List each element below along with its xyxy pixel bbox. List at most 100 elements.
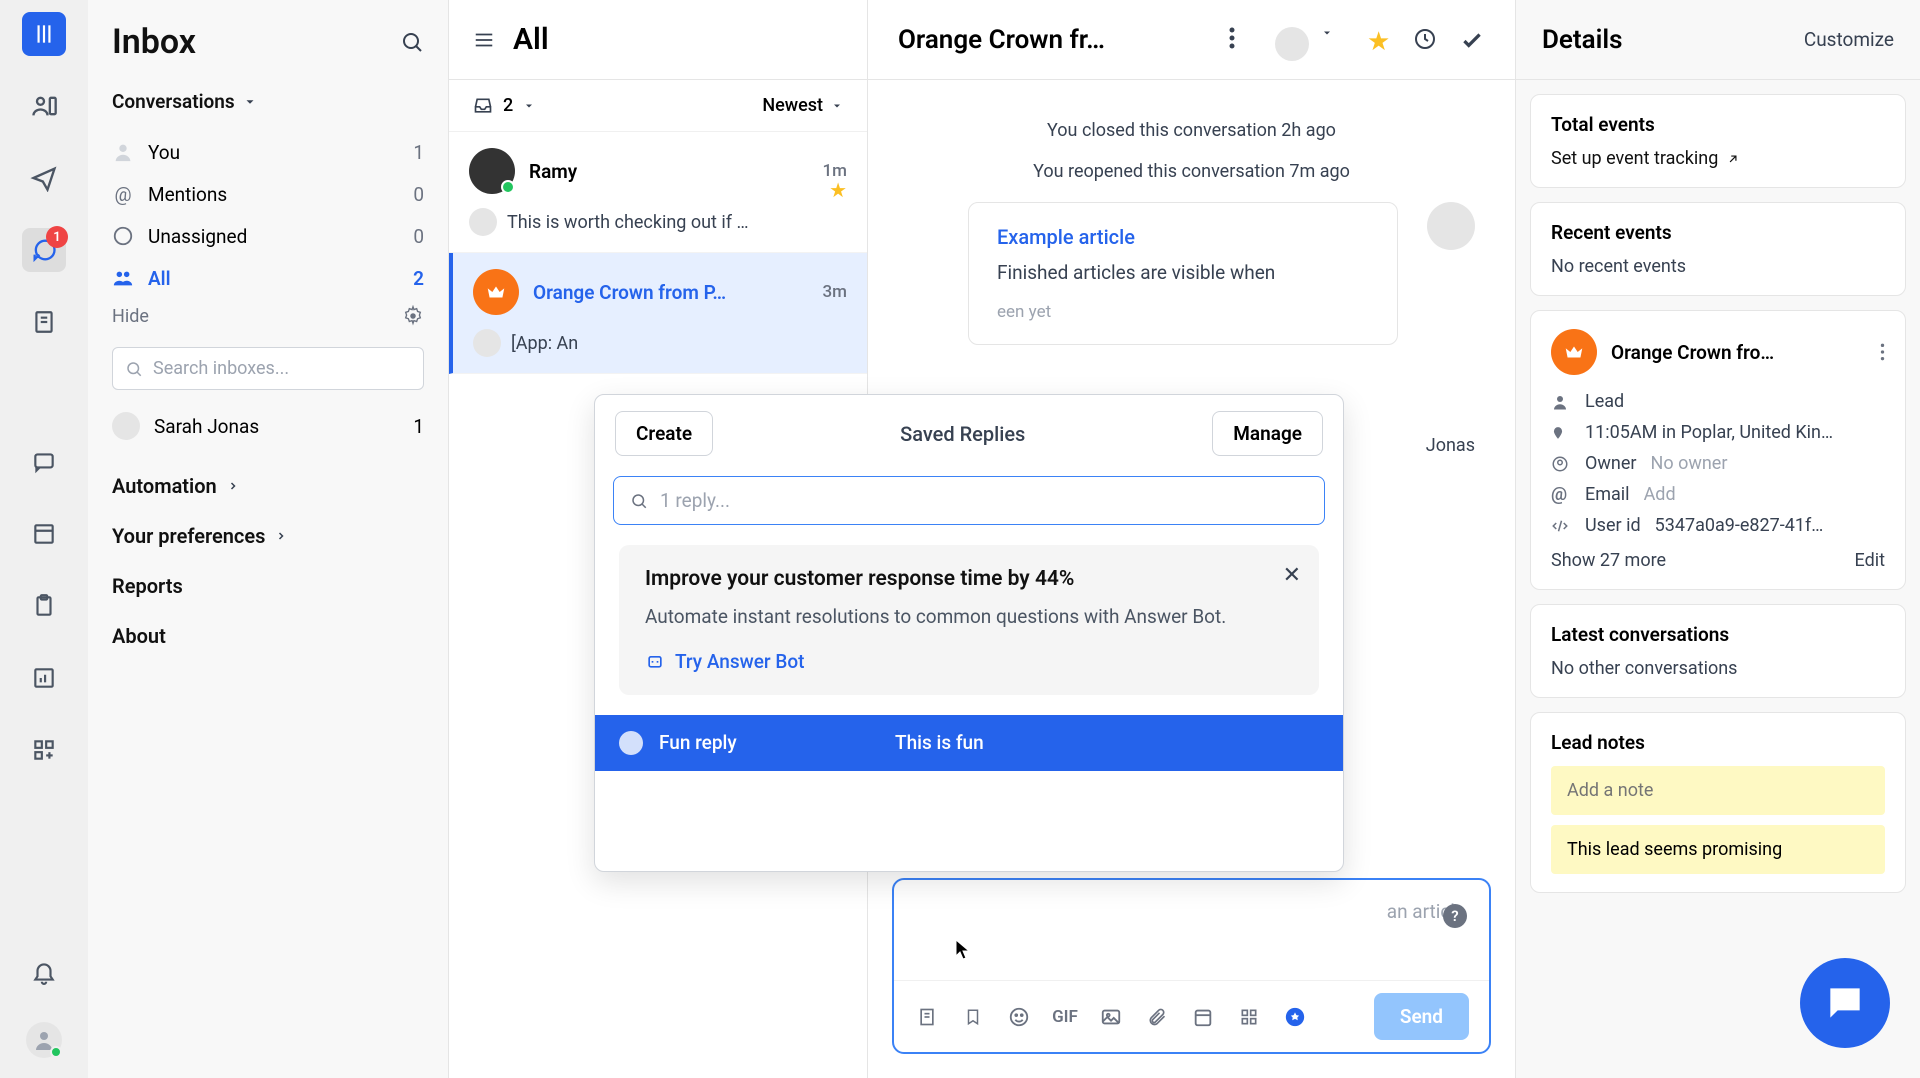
chevron-down-icon bbox=[523, 100, 535, 112]
show-more-link[interactable]: Show 27 more bbox=[1551, 550, 1666, 571]
try-answer-bot-link[interactable]: Try Answer Bot bbox=[645, 650, 1293, 673]
owner-icon bbox=[1551, 455, 1571, 473]
close-conversation-icon[interactable] bbox=[1459, 27, 1485, 53]
external-link-icon bbox=[1726, 152, 1740, 166]
user-icon bbox=[1551, 393, 1571, 411]
details-title: Details bbox=[1542, 25, 1623, 55]
nav-clipboard-icon[interactable] bbox=[22, 584, 66, 628]
menu-icon[interactable] bbox=[473, 29, 495, 51]
total-events-card: Total events Set up event tracking bbox=[1530, 94, 1906, 188]
priority-star-icon[interactable]: ★ bbox=[1367, 27, 1393, 53]
messenger-fab[interactable] bbox=[1800, 958, 1890, 1048]
mention-icon: @ bbox=[112, 183, 134, 205]
composer[interactable]: an article ? GIF Send bbox=[892, 878, 1491, 1054]
sidebar-search-icon[interactable] bbox=[400, 30, 424, 54]
bookmark-icon[interactable] bbox=[960, 1004, 986, 1030]
location-icon bbox=[1551, 424, 1571, 442]
sort-dropdown[interactable]: Newest bbox=[762, 95, 843, 116]
assignee-dropdown-icon[interactable] bbox=[1321, 27, 1347, 53]
userid-icon bbox=[1551, 517, 1571, 535]
nav-notifications-icon[interactable] bbox=[22, 950, 66, 994]
popup-title: Saved Replies bbox=[900, 422, 1025, 446]
customize-link[interactable]: Customize bbox=[1804, 28, 1894, 51]
create-button[interactable]: Create bbox=[615, 411, 713, 456]
link-about[interactable]: About bbox=[112, 624, 424, 648]
apps-icon[interactable] bbox=[1236, 1004, 1262, 1030]
link-automation[interactable]: Automation bbox=[112, 474, 424, 498]
inbox-icon bbox=[473, 96, 493, 116]
nav-contacts-icon[interactable] bbox=[22, 84, 66, 128]
manage-button[interactable]: Manage bbox=[1212, 411, 1323, 456]
nav-chat-badge: 1 bbox=[46, 226, 68, 248]
recent-events-card: Recent events No recent events bbox=[1530, 202, 1906, 296]
filter-mentions[interactable]: @Mentions 0 bbox=[112, 173, 424, 215]
system-message: You closed this conversation 2h ago bbox=[908, 120, 1475, 141]
add-note-input[interactable] bbox=[1551, 766, 1885, 815]
calendar-icon[interactable] bbox=[1190, 1004, 1216, 1030]
conversation-ramy[interactable]: Ramy 1m ★ This is worth checking out if … bbox=[449, 132, 867, 253]
reply-search-input[interactable]: 1 reply... bbox=[613, 476, 1325, 525]
close-promo-icon[interactable]: ✕ bbox=[1283, 563, 1301, 588]
nav-book-icon[interactable] bbox=[22, 512, 66, 556]
filter-all[interactable]: All 2 bbox=[112, 257, 424, 299]
image-icon[interactable] bbox=[1098, 1004, 1124, 1030]
teammate-sarah[interactable]: Sarah Jonas 1 bbox=[112, 412, 424, 440]
filter-unassigned[interactable]: Unassigned 0 bbox=[112, 215, 424, 257]
nav-chat-icon[interactable]: 1 bbox=[22, 228, 66, 272]
avatar-small bbox=[473, 329, 501, 357]
search-inboxes-input[interactable]: Search inboxes... bbox=[112, 347, 424, 390]
gear-icon[interactable] bbox=[402, 305, 424, 327]
nav-articles-icon[interactable] bbox=[22, 300, 66, 344]
saved-reply-item[interactable]: Fun reply This is fun bbox=[595, 715, 1343, 771]
lead-avatar bbox=[1551, 329, 1597, 375]
reply-avatar bbox=[619, 731, 643, 755]
operator-icon[interactable] bbox=[1282, 1004, 1308, 1030]
article-card[interactable]: Example article Finished articles are vi… bbox=[968, 202, 1398, 345]
conv-count-dropdown[interactable]: 2 bbox=[473, 95, 535, 116]
user-icon bbox=[112, 141, 134, 163]
lead-card: Orange Crown fro… Lead 11:05AM in Poplar… bbox=[1530, 310, 1906, 590]
system-message: You reopened this conversation 7m ago bbox=[908, 161, 1475, 182]
avatar bbox=[112, 412, 140, 440]
edit-lead-link[interactable]: Edit bbox=[1855, 550, 1885, 571]
nav-send-icon[interactable] bbox=[22, 156, 66, 200]
emoji-icon[interactable] bbox=[1006, 1004, 1032, 1030]
avatar bbox=[473, 269, 519, 315]
mouse-cursor bbox=[956, 940, 972, 962]
hide-link[interactable]: Hide bbox=[112, 306, 149, 327]
attachment-icon[interactable] bbox=[1144, 1004, 1170, 1030]
existing-note: This lead seems promising bbox=[1551, 825, 1885, 874]
filter-you[interactable]: You 1 bbox=[112, 131, 424, 173]
setup-events-link[interactable]: Set up event tracking bbox=[1551, 148, 1885, 169]
nav-analytics-icon[interactable] bbox=[22, 656, 66, 700]
link-reports[interactable]: Reports bbox=[112, 574, 424, 598]
composer-help-icon[interactable]: ? bbox=[1443, 904, 1467, 928]
bot-icon bbox=[645, 651, 665, 671]
email-icon: @ bbox=[1551, 484, 1571, 505]
thread-title: Orange Crown fr… bbox=[898, 25, 1209, 55]
star-icon: ★ bbox=[829, 178, 847, 202]
conversation-orange-crown[interactable]: Orange Crown from P… 3m [App: An bbox=[449, 253, 867, 374]
gif-icon[interactable]: GIF bbox=[1052, 1004, 1078, 1030]
search-icon bbox=[630, 492, 648, 510]
conversations-heading[interactable]: Conversations bbox=[112, 90, 424, 113]
chevron-right-icon bbox=[227, 480, 239, 492]
unassigned-icon bbox=[112, 225, 134, 247]
search-icon bbox=[125, 360, 143, 378]
lead-notes-card: Lead notes This lead seems promising bbox=[1530, 712, 1906, 893]
avatar bbox=[469, 148, 515, 194]
add-email-link[interactable]: Add bbox=[1644, 484, 1676, 505]
link-preferences[interactable]: Your preferences bbox=[112, 524, 424, 548]
note-icon[interactable] bbox=[914, 1004, 940, 1030]
assignee-avatar[interactable] bbox=[1275, 27, 1301, 53]
latest-conversations-card: Latest conversations No other conversati… bbox=[1530, 604, 1906, 698]
app-logo[interactable] bbox=[22, 12, 66, 56]
lead-more-icon[interactable] bbox=[1880, 342, 1885, 362]
send-button[interactable]: Send bbox=[1374, 993, 1469, 1040]
nav-message-icon[interactable] bbox=[22, 440, 66, 484]
nav-user-avatar[interactable] bbox=[26, 1022, 62, 1058]
snooze-icon[interactable] bbox=[1413, 27, 1439, 53]
more-icon[interactable] bbox=[1229, 27, 1255, 53]
nav-apps-icon[interactable] bbox=[22, 728, 66, 772]
chevron-down-icon bbox=[831, 100, 843, 112]
